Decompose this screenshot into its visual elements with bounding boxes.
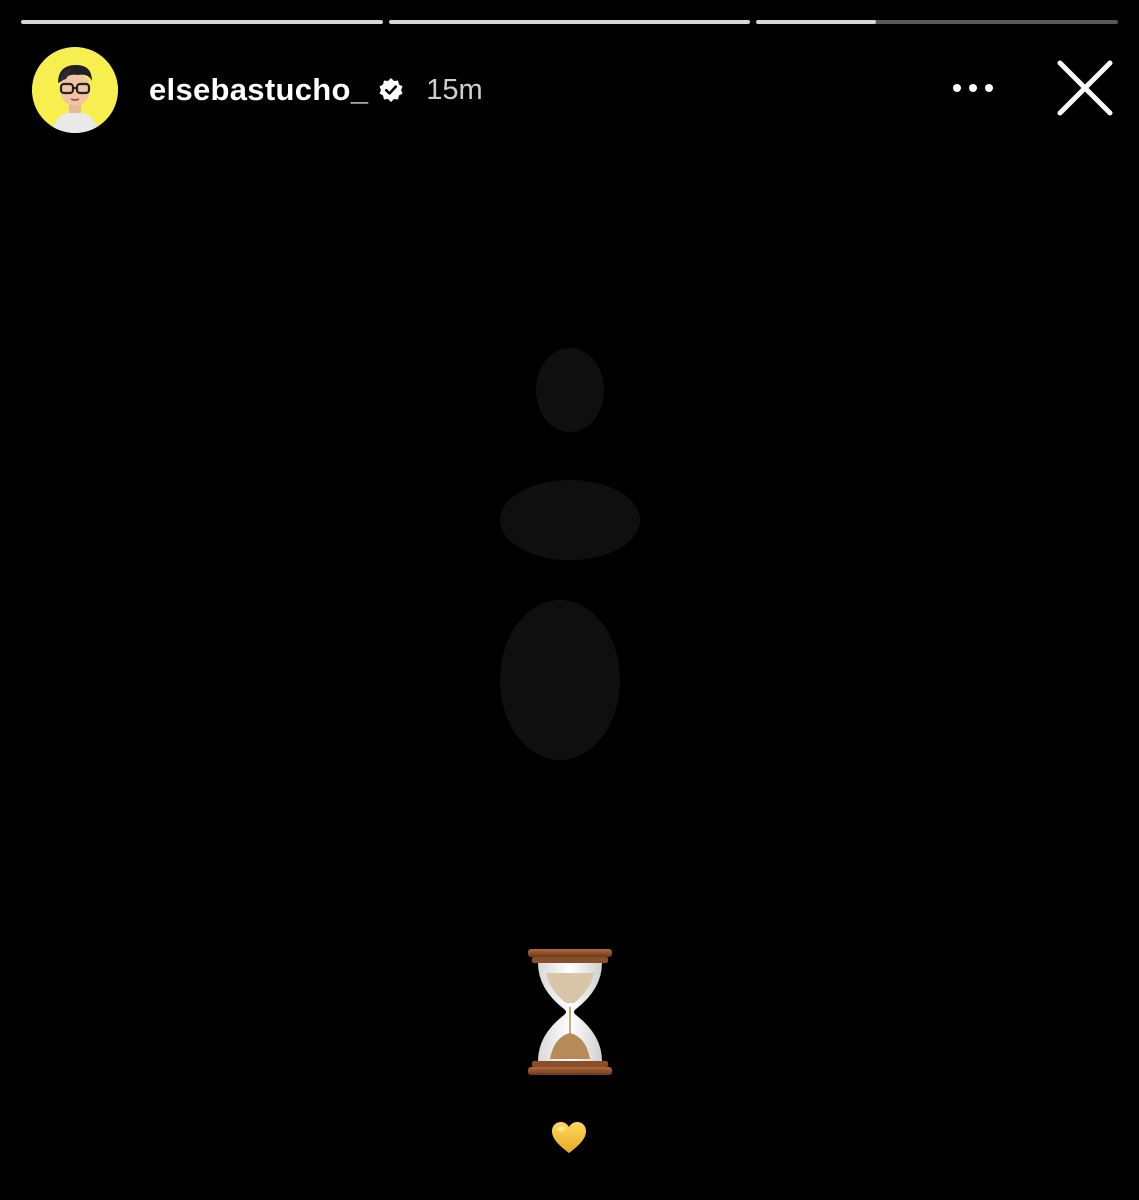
avatar-illustration [32, 47, 118, 133]
more-horizontal-icon [953, 84, 993, 92]
yellow-heart-emoji [552, 1122, 586, 1153]
progress-segment [388, 20, 751, 24]
progress-segment [756, 20, 1119, 24]
post-time: 15m [426, 73, 483, 106]
story-header: elsebastucho_ 15m [32, 47, 1115, 133]
story-progress-bar [21, 20, 1119, 26]
progress-segment [21, 20, 383, 24]
progress-segment-fill [388, 20, 751, 24]
close-icon [1057, 60, 1113, 116]
progress-segment-fill [756, 20, 876, 24]
faint-background-figure [500, 348, 640, 760]
more-options-button[interactable] [943, 68, 1003, 108]
verified-badge-icon [378, 77, 404, 103]
avatar[interactable] [32, 47, 118, 133]
close-button[interactable] [1055, 58, 1115, 118]
hourglass-emoji [528, 949, 612, 1075]
story-viewer[interactable]: elsebastucho_ 15m [0, 0, 1139, 1200]
username[interactable]: elsebastucho_ [149, 72, 368, 108]
progress-segment-fill [21, 20, 383, 24]
